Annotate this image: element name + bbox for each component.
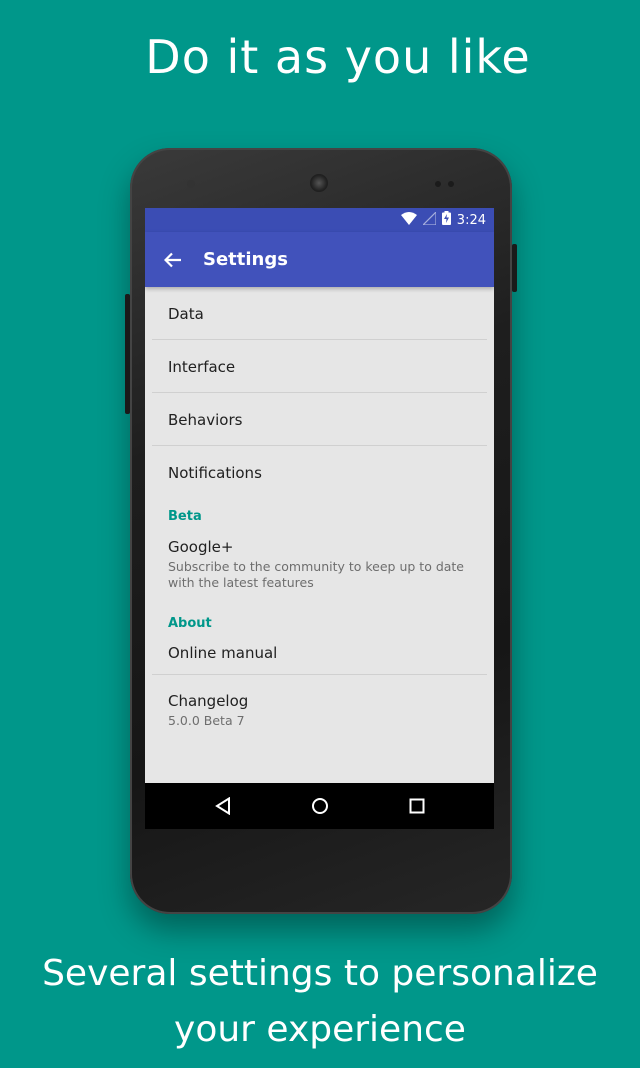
settings-item-notifications[interactable]: Notifications: [145, 446, 494, 499]
earpiece-speaker: [310, 174, 328, 192]
signal-icon: [421, 210, 437, 229]
settings-list: Data Interface Behaviors Notifications B…: [145, 287, 494, 737]
caption-line: Several settings to personalize: [42, 953, 598, 994]
settings-item-behaviors[interactable]: Behaviors: [145, 393, 494, 446]
headline: Do it as you like: [145, 30, 531, 84]
settings-item-label: Behaviors: [168, 410, 243, 429]
front-camera: [187, 180, 195, 188]
settings-item-summary: 5.0.0 Beta 7: [168, 713, 245, 728]
phone-side-button: [125, 294, 130, 414]
section-header-about: About: [168, 616, 212, 631]
settings-item-google-plus[interactable]: Google+ Subscribe to the community to ke…: [145, 524, 494, 601]
page-title: Settings: [203, 249, 288, 270]
settings-item-changelog[interactable]: Changelog 5.0.0 Beta 7: [145, 675, 494, 737]
battery-charging-icon: [441, 211, 451, 229]
clock: 3:24: [456, 212, 486, 228]
status-bar: 3:24: [145, 208, 494, 232]
navigation-bar: [145, 783, 494, 829]
sensor: [435, 181, 441, 187]
phone-screen: 3:24 Settings Data Interface Behaviors N…: [145, 208, 494, 829]
settings-item-summary: Subscribe to the community to keep up to…: [168, 559, 465, 590]
caption-line: your experience: [174, 1009, 466, 1050]
nav-recents-icon[interactable]: [368, 798, 465, 814]
wifi-icon: [400, 211, 417, 229]
back-arrow-icon[interactable]: [145, 252, 201, 268]
app-bar: Settings: [145, 232, 494, 287]
settings-item-label: Online manual: [168, 644, 278, 662]
settings-item-title: Google+: [168, 538, 234, 556]
nav-home-icon[interactable]: [271, 797, 368, 815]
nav-back-icon[interactable]: [174, 797, 271, 815]
settings-item-data[interactable]: Data: [145, 287, 494, 340]
settings-item-label: Notifications: [168, 463, 262, 482]
settings-item-label: Data: [168, 304, 204, 323]
settings-item-label: Interface: [168, 357, 236, 376]
section-header-beta: Beta: [168, 509, 202, 524]
phone-frame: 3:24 Settings Data Interface Behaviors N…: [125, 148, 517, 914]
settings-item-online-manual[interactable]: Online manual: [145, 631, 494, 675]
sensor: [448, 181, 454, 187]
settings-item-title: Changelog: [168, 692, 249, 710]
phone-power-button: [512, 244, 517, 292]
caption: Several settings to personalize your exp…: [0, 946, 640, 1058]
settings-item-interface[interactable]: Interface: [145, 340, 494, 393]
